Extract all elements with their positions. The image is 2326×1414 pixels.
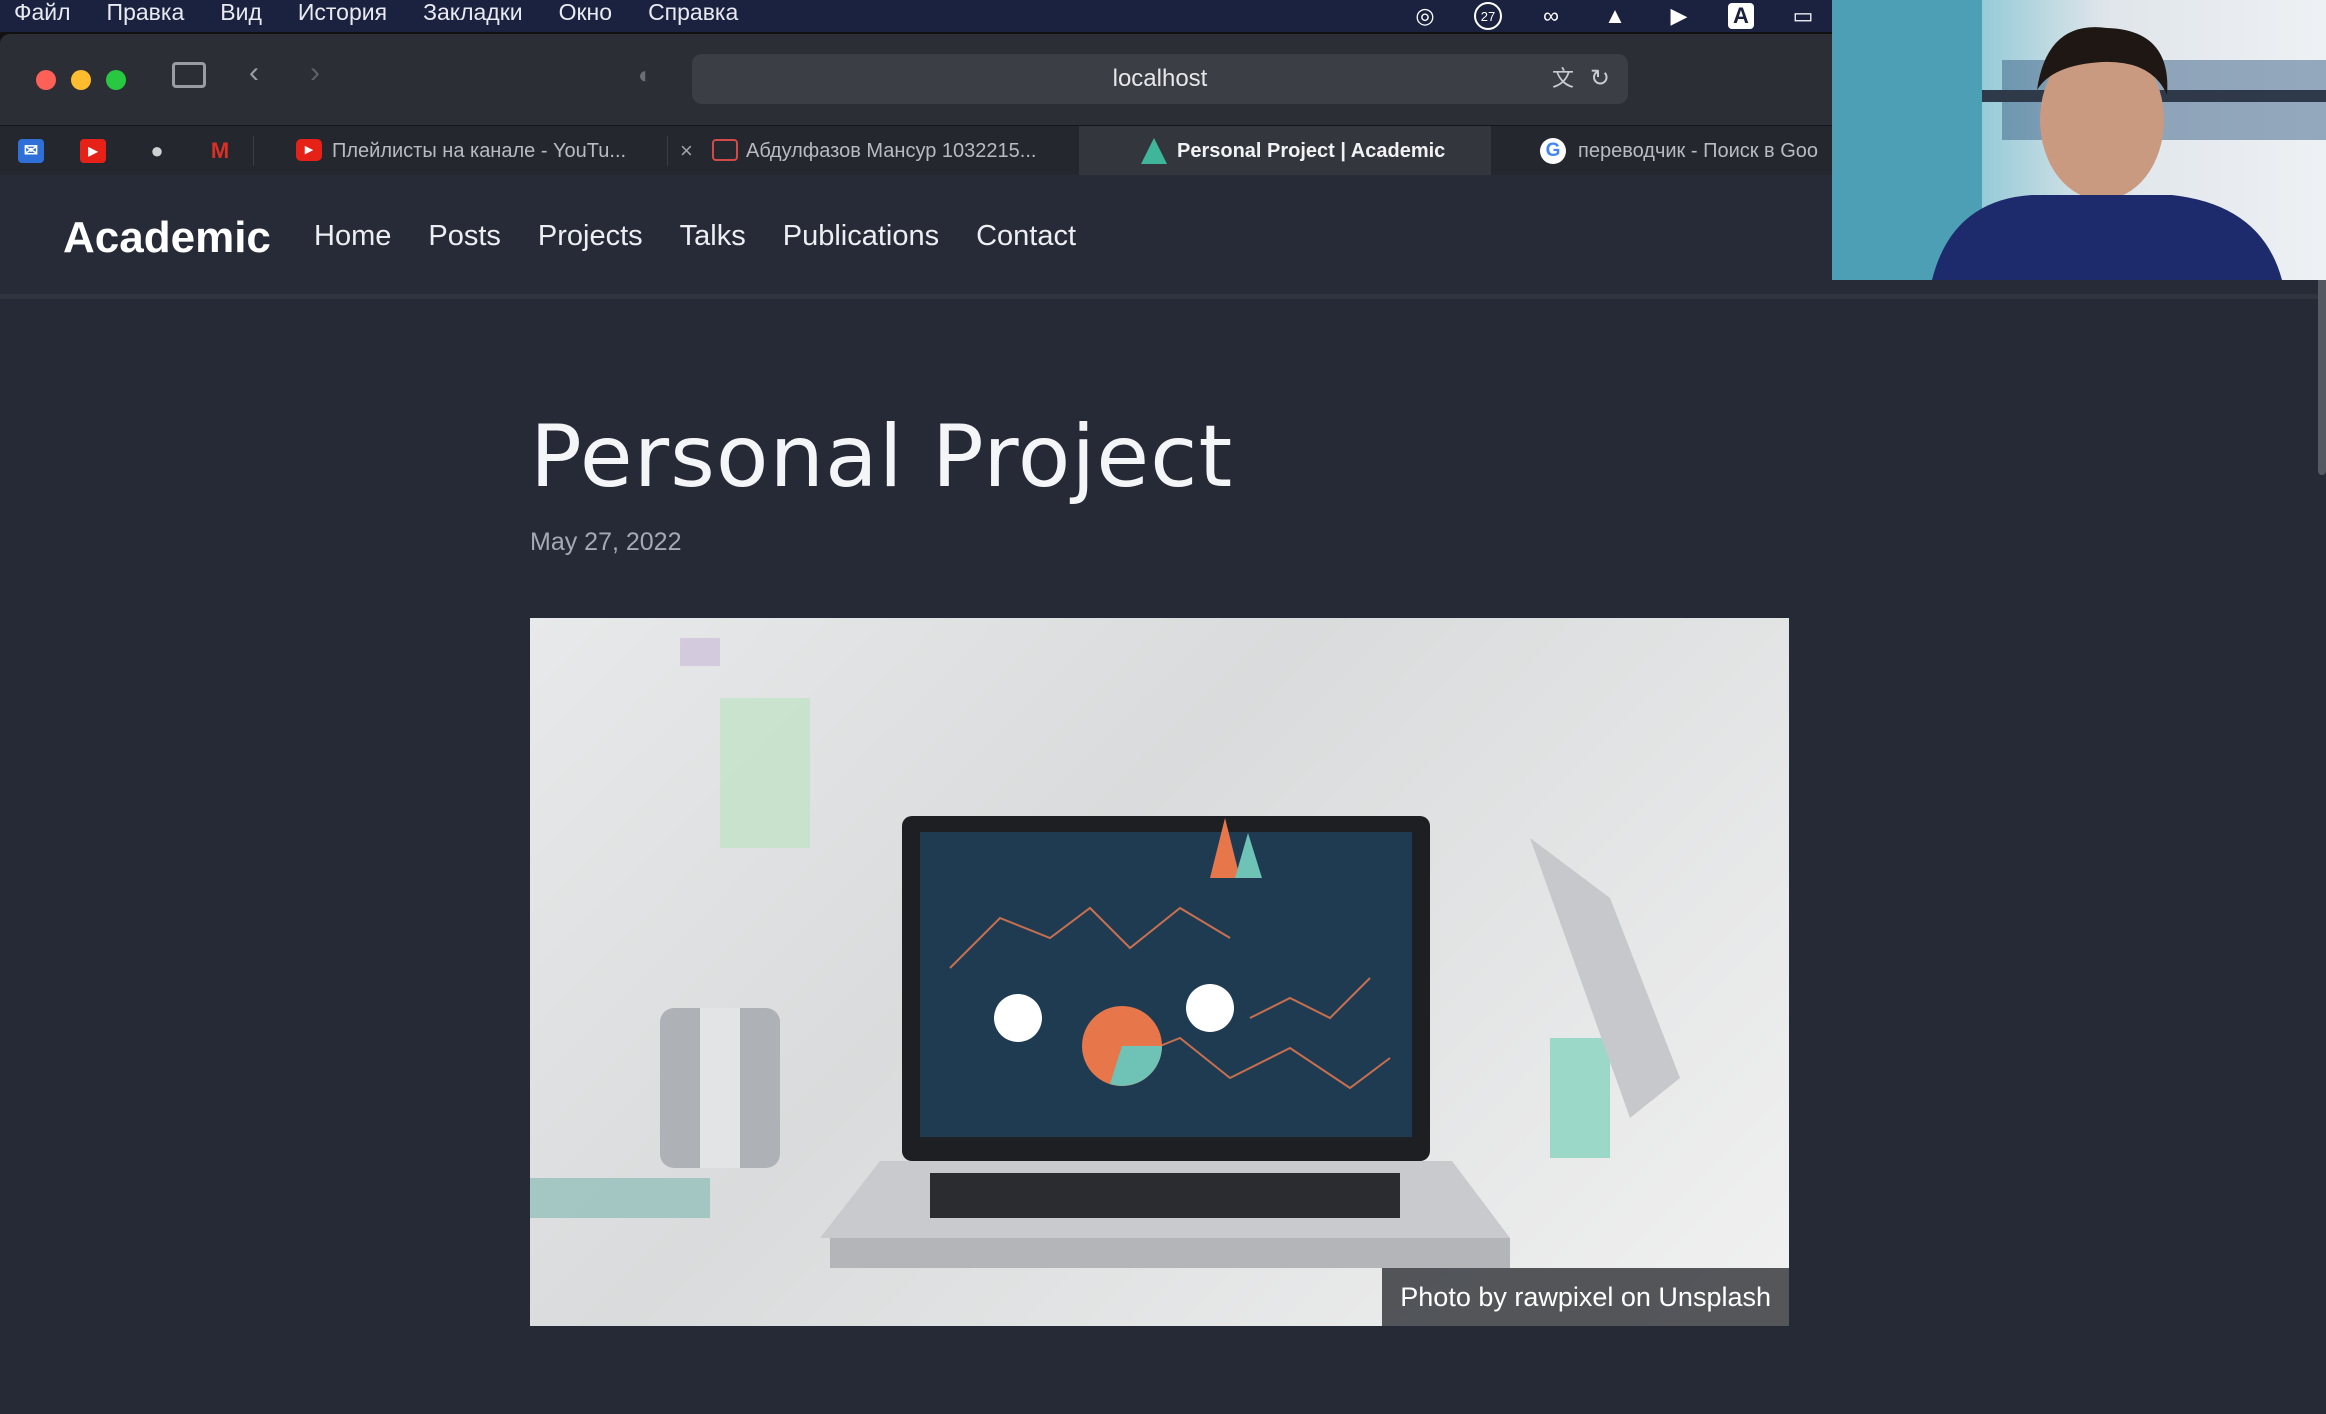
tab-google[interactable]: G переводчик - Поиск в Goo: [1492, 126, 1832, 176]
menu-bookmarks[interactable]: Закладки: [423, 0, 523, 24]
privacy-shield-icon[interactable]: ◐: [638, 62, 653, 90]
calendar-badge-icon[interactable]: 27: [1474, 2, 1502, 30]
gmail-icon[interactable]: M: [207, 139, 233, 163]
sync-icon[interactable]: ∞: [1536, 3, 1566, 29]
menu-history[interactable]: История: [298, 0, 387, 24]
youtube-icon: ▶: [296, 139, 322, 161]
menu-file[interactable]: Файл: [14, 0, 71, 24]
webcam-overlay: [1832, 0, 2326, 280]
input-source-icon[interactable]: A: [1728, 3, 1754, 29]
apple-icon[interactable]: ●: [144, 139, 170, 163]
tab-youtube[interactable]: ▶ Плейлисты на канале - YouTu...: [254, 126, 666, 176]
lms-icon: [712, 139, 738, 161]
nav-contact[interactable]: Contact: [976, 220, 1076, 253]
nav-links: Home Posts Projects Talks Publications C…: [314, 220, 1076, 253]
page-title: Personal Project: [530, 407, 1234, 507]
presenter-video: [1832, 0, 2326, 280]
notification-icon[interactable]: ▲: [1600, 3, 1630, 29]
minimize-window-button[interactable]: [71, 70, 91, 90]
academic-icon: [1141, 138, 1167, 164]
reload-icon[interactable]: ↻: [1590, 54, 1610, 104]
nav-projects[interactable]: Projects: [538, 220, 643, 253]
back-icon[interactable]: ‹: [249, 56, 259, 90]
url-text: localhost: [1112, 65, 1208, 92]
address-bar[interactable]: localhost 文 ↻: [692, 54, 1628, 104]
laptop-illustration: [530, 638, 1680, 1268]
youtube-icon[interactable]: ▶: [80, 139, 106, 163]
site-brand[interactable]: Academic: [63, 213, 271, 263]
mail-icon[interactable]: ✉: [18, 139, 44, 163]
nav-talks[interactable]: Talks: [680, 220, 746, 253]
creative-cloud-icon[interactable]: ◎: [1410, 3, 1440, 29]
nav-home[interactable]: Home: [314, 220, 391, 253]
menu-view[interactable]: Вид: [220, 0, 262, 24]
translate-icon[interactable]: 文: [1552, 54, 1574, 104]
sidebar-toggle-icon[interactable]: [172, 62, 206, 88]
nav-posts[interactable]: Posts: [428, 220, 501, 253]
tab-label: Плейлисты на канале - YouTu...: [332, 140, 627, 162]
image-caption: Photo by rawpixel on Unsplash: [1382, 1268, 1789, 1326]
menu-edit[interactable]: Правка: [107, 0, 185, 24]
tab-academic[interactable]: Personal Project | Academic: [1079, 126, 1491, 176]
featured-image: Photo by rawpixel on Unsplash: [530, 618, 1789, 1326]
tab-label: Абдулфазов Мансур 1032215...: [746, 140, 1037, 162]
tab-label: переводчик - Поиск в Goo: [1578, 140, 1819, 162]
close-window-button[interactable]: [36, 70, 56, 90]
tab-lms[interactable]: × Абдулфазов Мансур 1032215...: [668, 126, 1078, 176]
google-icon: G: [1540, 138, 1566, 164]
nav-publications[interactable]: Publications: [783, 220, 939, 253]
forward-icon[interactable]: ›: [310, 56, 320, 90]
menu-help[interactable]: Справка: [648, 0, 738, 24]
page-content: Academic Home Posts Projects Talks Publi…: [0, 175, 2326, 1414]
status-icons: ◎ 27 ∞ ▲ ▶ A ▭: [1410, 2, 1818, 30]
zoom-window-button[interactable]: [106, 70, 126, 90]
menu-window[interactable]: Окно: [559, 0, 612, 24]
post-date: May 27, 2022: [530, 528, 682, 556]
play-icon[interactable]: ▶: [1664, 3, 1694, 29]
battery-icon[interactable]: ▭: [1788, 3, 1818, 29]
close-tab-icon[interactable]: ×: [680, 126, 693, 176]
menu-items: Файл Правка Вид История Закладки Окно Сп…: [14, 0, 738, 24]
tab-label: Personal Project | Academic: [1177, 140, 1446, 162]
